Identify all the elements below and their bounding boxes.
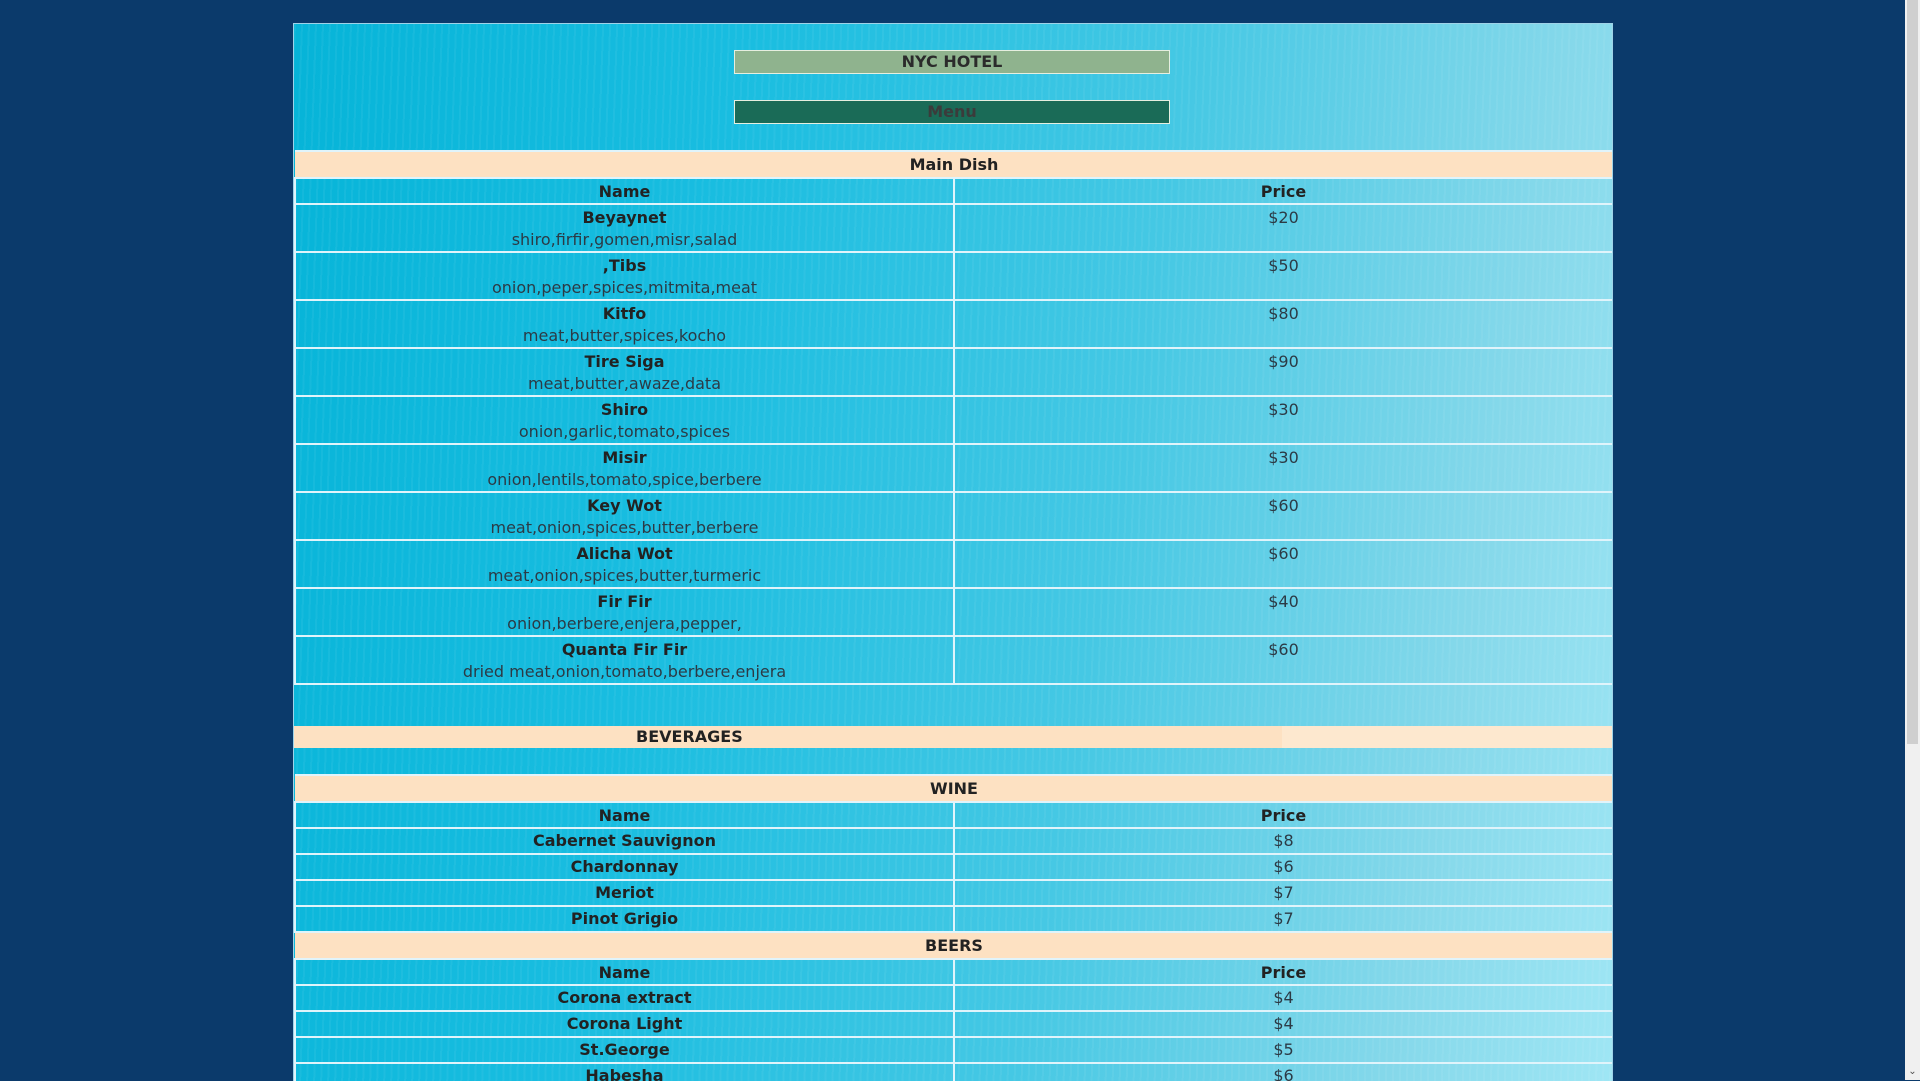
wine-name: Meriot [294, 879, 955, 907]
dish-ingredients: onion,peper,spices,mitmita,meat [491, 278, 758, 297]
dish-name-cell: Tire Siga meat,butter,awaze,data [294, 347, 955, 397]
table-row: Habesha $6 [294, 1062, 1612, 1081]
dish-name: Tire Siga [584, 352, 665, 371]
dish-name-cell: Key Wot meat,onion,spices,butter,berbere [294, 491, 955, 541]
beer-name: Corona extract [294, 984, 955, 1012]
table-row: Key Wot meat,onion,spices,butter,berbere $… [294, 491, 1612, 541]
dish-ingredients: meat,butter,awaze,data [527, 374, 721, 393]
wine-name: Cabernet Sauvignon [294, 827, 955, 855]
dish-price: $30 [953, 395, 1612, 445]
table-row: Chardonnay $6 [294, 853, 1612, 881]
dish-name: Kitfo [602, 304, 647, 323]
table-row: Fir Fir onion,berbere,enjera,pepper, $40 [294, 587, 1612, 637]
spacer-cell [295, 684, 1612, 707]
table-row: ,Tibs onion,peper,spices,mitmita,meat $50 [294, 251, 1612, 301]
wine-name: Chardonnay [294, 853, 955, 881]
beers-heading: BEERS [295, 931, 1612, 960]
dish-price: $60 [953, 491, 1612, 541]
dish-name-cell: Beyaynet shiro,firfir,gomen,misr,salad [294, 203, 955, 253]
table-row: Corona Light $4 [294, 1010, 1612, 1038]
dish-name: ,Tibs [602, 256, 647, 275]
dish-price: $40 [953, 587, 1612, 637]
dish-price: $80 [953, 299, 1612, 349]
spacer-row [295, 684, 1612, 707]
dish-price: $60 [953, 635, 1612, 685]
table-row: Beyaynet shiro,firfir,gomen,misr,salad $20 [294, 203, 1612, 253]
dish-name: Quanta Fir Fir [561, 640, 688, 659]
column-header-name: Name [294, 801, 955, 829]
dish-price: $20 [953, 203, 1612, 253]
dish-name-cell: Fir Fir onion,berbere,enjera,pepper, [294, 587, 955, 637]
dish-ingredients: onion,lentils,tomato,spice,berbere [487, 470, 762, 489]
table-row: Misir onion,lentils,tomato,spice,berbere $… [294, 443, 1612, 493]
beer-price: $5 [952, 1036, 1612, 1064]
main-dish-heading: Main Dish [295, 150, 1612, 179]
table-row: Kitfo meat,butter,spices,kocho $80 [294, 299, 1612, 349]
dish-price: $30 [953, 443, 1612, 493]
dish-name-cell: ,Tibs onion,peper,spices,mitmita,meat [294, 251, 955, 301]
table-row: Corona extract $4 [294, 984, 1612, 1012]
scrollbar-thumb[interactable] [1907, 0, 1918, 744]
dish-name-cell: Misir onion,lentils,tomato,spice,berbere [294, 443, 955, 493]
wine-price: $8 [952, 827, 1612, 855]
main-dish-table: Main Dish Name Price Beyaynet shiro,firfi… [294, 150, 1612, 707]
menu-page: NYC HOTEL Menu Main Dish Name Price Beya… [293, 23, 1613, 1081]
wine-name: Pinot Grigio [294, 905, 955, 933]
dish-name: Key Wot [587, 496, 662, 515]
dish-name: Alicha Wot [576, 544, 673, 563]
table-row: Meriot $7 [294, 879, 1612, 907]
table-row: Shiro onion,garlic,tomato,spices $30 [294, 395, 1612, 445]
dish-price: $90 [953, 347, 1612, 397]
wine-price: $7 [952, 905, 1612, 933]
table-row: Cabernet Sauvignon $8 [294, 827, 1612, 855]
dish-ingredients: dried meat,onion,tomato,berbere,enjera [462, 662, 787, 681]
dish-ingredients: onion,garlic,tomato,spices [518, 422, 731, 441]
beer-name: St.George [294, 1036, 955, 1064]
wine-price: $6 [952, 853, 1612, 881]
beer-price: $4 [952, 984, 1612, 1012]
dish-price: $60 [953, 539, 1612, 589]
dish-ingredients: meat,onion,spices,butter,berbere [490, 518, 759, 537]
hotel-title: NYC HOTEL [734, 50, 1170, 74]
dish-price: $50 [953, 251, 1612, 301]
dish-name-cell: Shiro onion,garlic,tomato,spices [294, 395, 955, 445]
dish-ingredients: onion,berbere,enjera,pepper, [507, 614, 742, 633]
dish-ingredients: shiro,firfir,gomen,misr,salad [511, 230, 738, 249]
wine-table: WINE Name Price Cabernet Sauvignon $8 Char… [294, 774, 1612, 1081]
table-row: Pinot Grigio $7 [294, 905, 1612, 933]
dish-name-cell: Kitfo meat,butter,spices,kocho [294, 299, 955, 349]
column-header-name: Name [294, 177, 955, 205]
dish-name-cell: Quanta Fir Fir dried meat,onion,tomato,be… [294, 635, 955, 685]
menu-button[interactable]: Menu [734, 100, 1170, 124]
dish-name: Misir [602, 448, 647, 467]
beer-price: $4 [952, 1010, 1612, 1038]
dish-ingredients: meat,onion,spices,butter,turmeric [487, 566, 762, 585]
chevron-down-icon[interactable]: ⌄ [1905, 1064, 1920, 1079]
table-row: Quanta Fir Fir dried meat,onion,tomato,be… [294, 635, 1612, 685]
column-header-price: Price [952, 801, 1612, 829]
wine-price: $7 [952, 879, 1612, 907]
dish-name-cell: Alicha Wot meat,onion,spices,butter,turme… [294, 539, 955, 589]
column-header-price: Price [952, 958, 1612, 986]
dish-name: Beyaynet [582, 208, 667, 227]
beer-name: Corona Light [294, 1010, 955, 1038]
dish-name: Fir Fir [597, 592, 652, 611]
table-row: St.George $5 [294, 1036, 1612, 1064]
column-header-price: Price [953, 177, 1612, 205]
beer-price: $6 [952, 1062, 1612, 1081]
vertical-scrollbar[interactable]: ▲ ⌄ [1905, 0, 1920, 1080]
table-row: Alicha Wot meat,onion,spices,butter,turme… [294, 539, 1612, 589]
wine-heading: WINE [295, 774, 1612, 803]
table-row: Tire Siga meat,butter,awaze,data $90 [294, 347, 1612, 397]
beer-name: Habesha [294, 1062, 955, 1081]
column-header-name: Name [294, 958, 955, 986]
beverages-heading: BEVERAGES [294, 726, 1282, 748]
beverages-band-right [1282, 726, 1612, 748]
dish-name: Shiro [600, 400, 649, 419]
dish-ingredients: meat,butter,spices,kocho [522, 326, 727, 345]
